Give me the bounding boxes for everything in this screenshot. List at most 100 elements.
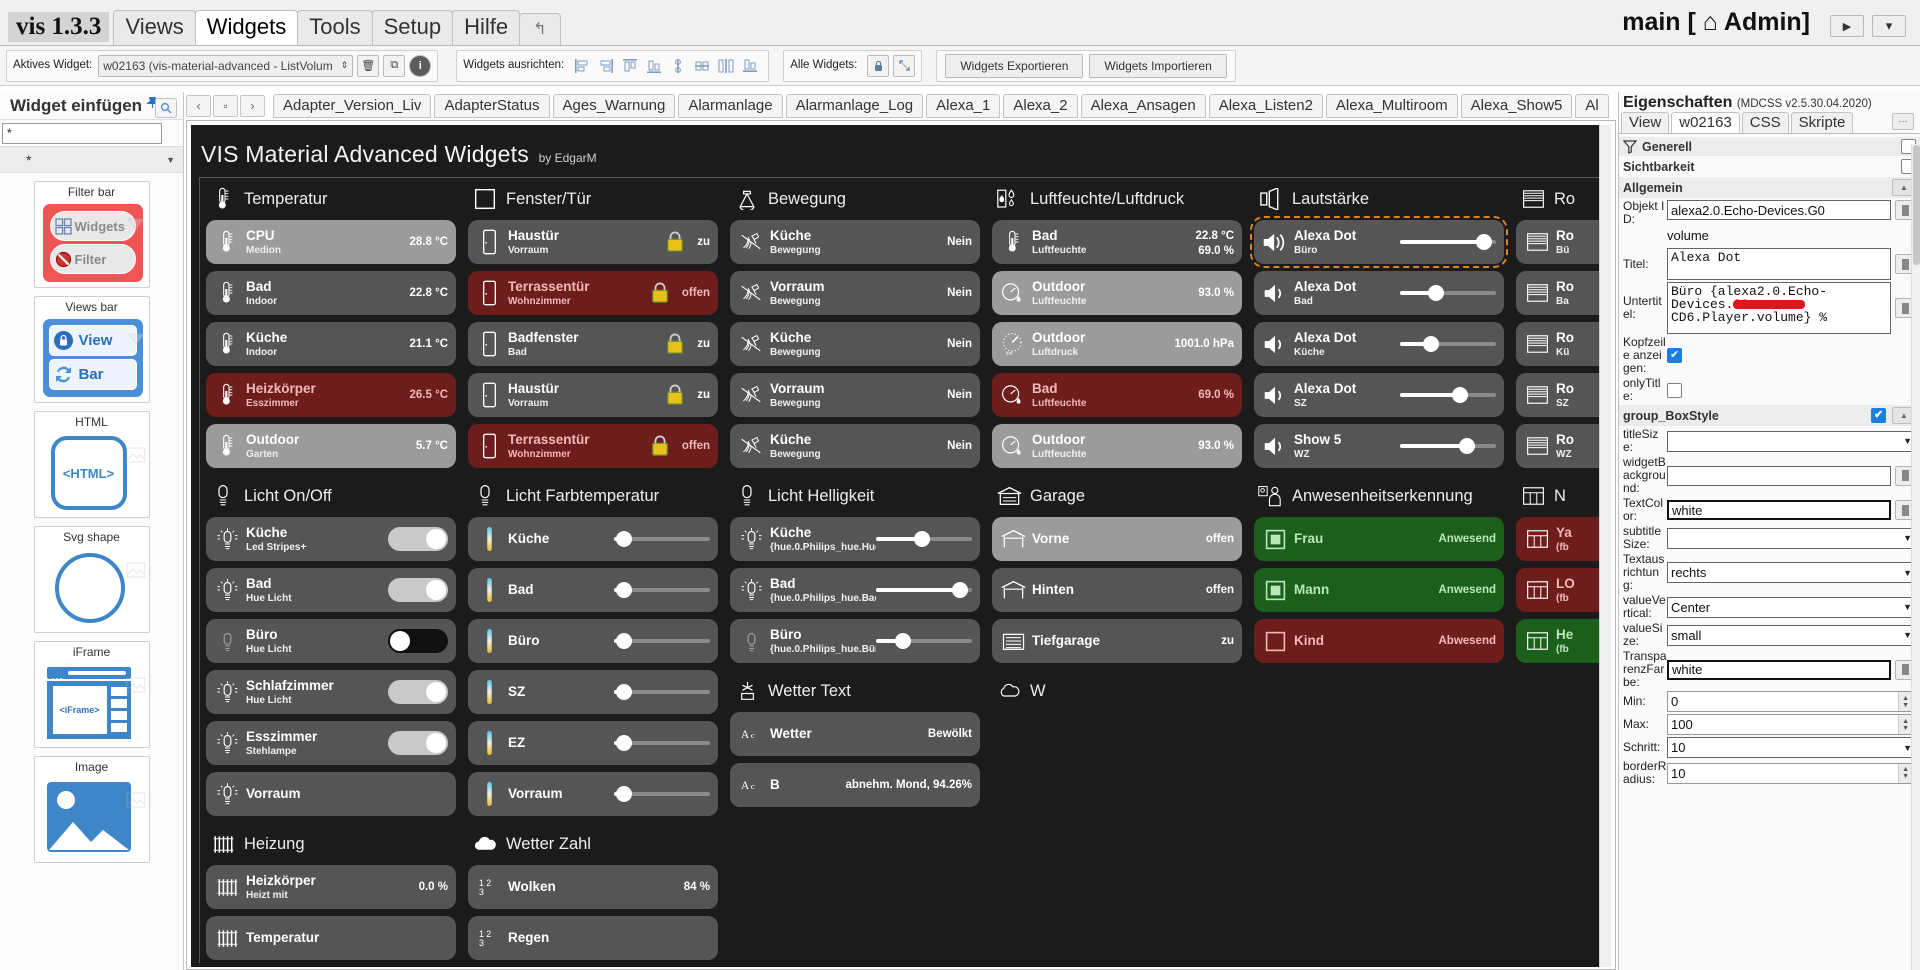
- widget-row[interactable]: Heizkörper Heizt mit 0.0 %: [206, 865, 456, 909]
- export-widgets-button[interactable]: Widgets Exportieren: [945, 53, 1084, 78]
- volume-slider[interactable]: [1400, 335, 1496, 353]
- widget-row[interactable]: 1 2 3 Regen: [468, 916, 718, 960]
- view-tab-3[interactable]: Alarmanlage: [678, 93, 783, 118]
- volume-slider[interactable]: [876, 632, 972, 650]
- widget-row[interactable]: Badfenster Bad zu: [468, 322, 718, 366]
- schritt-select[interactable]: 10 ▼: [1667, 737, 1916, 758]
- objekt-id-input[interactable]: alexa2.0.Echo-Devices.G0: [1667, 200, 1891, 220]
- transparenzfarbe-input[interactable]: white: [1667, 659, 1891, 680]
- widget-row[interactable]: Küche{hue.0.Philips_hue.Hue_lightstrip_K…: [730, 517, 980, 561]
- widget-row[interactable]: Ro Bü: [1516, 220, 1603, 264]
- volume-slider[interactable]: [614, 581, 710, 599]
- more-menu-button[interactable]: ▾: [1872, 15, 1906, 37]
- volume-slider[interactable]: [1400, 233, 1496, 251]
- view-tab-8[interactable]: Alexa_Listen2: [1208, 93, 1323, 118]
- run-button[interactable]: ▶: [1830, 15, 1864, 37]
- delete-widget-button[interactable]: 🗑: [357, 54, 380, 77]
- slider-knob[interactable]: [1459, 438, 1476, 454]
- group-boxstyle-checkbox[interactable]: [1871, 407, 1886, 424]
- tab-widget-id[interactable]: w02163: [1671, 112, 1740, 133]
- slider-knob[interactable]: [1427, 285, 1444, 301]
- widget-row-selected[interactable]: Alexa Dot Büro: [1250, 216, 1508, 268]
- volume-slider[interactable]: [614, 734, 710, 752]
- widget-card-html[interactable]: HTML <HTML>: [33, 411, 150, 518]
- widget-row[interactable]: Heizkörper Esszimmer 26.5 °C: [206, 373, 456, 417]
- widget-row[interactable]: Mann Anwesend: [1254, 568, 1504, 612]
- slider-knob[interactable]: [1476, 234, 1493, 250]
- menu-tab-widgets[interactable]: Widgets: [194, 10, 299, 45]
- align-top-icon[interactable]: [621, 57, 639, 75]
- widget-row[interactable]: Küche: [468, 517, 718, 561]
- slider-knob[interactable]: [615, 633, 632, 649]
- canvas-vertical-scrollbar[interactable]: [1599, 125, 1611, 967]
- volume-slider[interactable]: [614, 683, 710, 701]
- widget-row[interactable]: Küche Bewegung Nein: [730, 220, 980, 264]
- widget-row[interactable]: Vorraum Bewegung Nein: [730, 271, 980, 315]
- menu-tab-undo[interactable]: ↰: [519, 13, 561, 45]
- volume-slider[interactable]: [1400, 386, 1496, 404]
- widget-row[interactable]: Schlafzimmer Hue Licht: [206, 670, 456, 714]
- valuevertical-select[interactable]: Center ▼: [1667, 596, 1916, 618]
- slider-knob[interactable]: [914, 531, 931, 547]
- volume-slider[interactable]: [614, 632, 710, 650]
- expand-icon[interactable]: [893, 54, 916, 77]
- view-tab-2[interactable]: Ages_Warnung: [552, 93, 676, 118]
- view-tab-0[interactable]: Adapter_Version_Liv: [273, 93, 432, 118]
- widget-row[interactable]: Ro SZ: [1516, 373, 1603, 417]
- widget-row[interactable]: Haustür Vorraum zu: [468, 373, 718, 417]
- widget-row[interactable]: Outdoor Luftfeuchte 93.0 %: [992, 271, 1242, 315]
- view-home-button[interactable]: ▫: [213, 94, 238, 117]
- tab-css[interactable]: CSS: [1741, 112, 1789, 133]
- widget-card-filter-bar[interactable]: Filter bar Widgets Filter: [33, 181, 150, 288]
- widget-row[interactable]: Alexa Dot SZ: [1254, 373, 1504, 417]
- volume-slider[interactable]: [1400, 284, 1496, 302]
- spinner-arrows[interactable]: ▲ ▼: [1898, 763, 1912, 783]
- widgetbackground-input[interactable]: [1667, 465, 1891, 486]
- menu-tab-views[interactable]: Views: [113, 10, 196, 45]
- widget-row[interactable]: Esszimmer Stehlampe: [206, 721, 456, 765]
- view-prev-button[interactable]: ‹: [186, 94, 211, 117]
- widget-row[interactable]: Terrassentür Wohnzimmer offen: [468, 424, 718, 468]
- lock-icon[interactable]: [867, 54, 890, 77]
- import-widgets-button[interactable]: Widgets Importieren: [1089, 53, 1227, 78]
- slider-knob[interactable]: [615, 531, 632, 547]
- widget-row[interactable]: Küche Led Stripes+: [206, 517, 456, 561]
- widget-row[interactable]: Ro Kü: [1516, 322, 1603, 366]
- widget-row[interactable]: Temperatur: [206, 916, 456, 960]
- widget-row[interactable]: Bad Indoor 22.8 °C: [206, 271, 456, 315]
- widget-row[interactable]: Tiefgarage zu: [992, 619, 1242, 663]
- volume-slider[interactable]: [614, 785, 710, 803]
- distribute-v-icon[interactable]: [693, 57, 711, 75]
- widget-row[interactable]: Ac Babnehm. Mond, 94.26%: [730, 763, 980, 807]
- view-canvas[interactable]: VIS Material Advanced Widgets by EdgarM …: [186, 120, 1616, 970]
- view-tab-7[interactable]: Alexa_Ansagen: [1080, 93, 1206, 118]
- widget-row[interactable]: SZ: [468, 670, 718, 714]
- kopfzeile-checkbox[interactable]: [1667, 347, 1682, 364]
- scrollbar-thumb[interactable]: [1913, 145, 1920, 265]
- valuesize-select[interactable]: small ▼: [1667, 624, 1916, 646]
- view-tab-11[interactable]: Al: [1575, 93, 1609, 118]
- view-tab-6[interactable]: Alexa_2: [1003, 93, 1078, 118]
- widget-row[interactable]: LO (fb: [1516, 568, 1603, 612]
- view-tab-9[interactable]: Alexa_Multiroom: [1325, 93, 1458, 118]
- titlesize-select[interactable]: ▼: [1667, 430, 1916, 452]
- widget-row[interactable]: Outdoor Luftfeuchte 93.0 %: [992, 424, 1242, 468]
- center-v-icon[interactable]: [741, 57, 759, 75]
- search-icon[interactable]: [155, 98, 177, 118]
- slider-knob[interactable]: [615, 582, 632, 598]
- widget-row[interactable]: Outdoor Garten 5.7 °C: [206, 424, 456, 468]
- widget-row[interactable]: Bad{hue.0.Philips_hue.Bad.level}: [730, 568, 980, 612]
- slider-knob[interactable]: [952, 582, 969, 598]
- spinner-arrows[interactable]: ▲ ▼: [1898, 715, 1912, 734]
- widget-card-iframe[interactable]: iFrame <iFrame>: [33, 641, 150, 748]
- group-sichtbarkeit[interactable]: Sichtbarkeit: [1619, 157, 1920, 176]
- tabs-more-button[interactable]: ⋯: [1892, 113, 1914, 130]
- duplicate-widget-button[interactable]: ⧉: [383, 54, 406, 77]
- widget-row[interactable]: Ro Ba: [1516, 271, 1603, 315]
- widget-row[interactable]: Vorne offen: [992, 517, 1242, 561]
- view-next-button[interactable]: ›: [240, 94, 265, 117]
- widget-row[interactable]: Ro WZ: [1516, 424, 1603, 468]
- menu-tab-tools[interactable]: Tools: [297, 10, 373, 45]
- widget-row[interactable]: Hinten offen: [992, 568, 1242, 612]
- widget-card-svg-shape[interactable]: Svg shape: [33, 526, 150, 633]
